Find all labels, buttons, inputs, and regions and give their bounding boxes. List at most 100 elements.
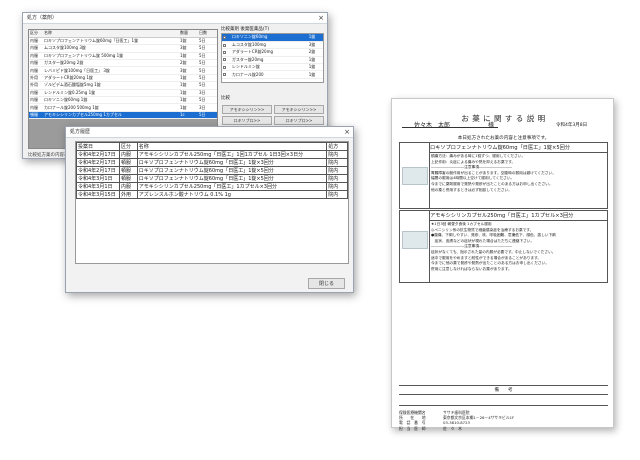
history-cell: アモキシシリンカプセル250mg「日医工」1カプセル×3回分	[136, 182, 328, 191]
table-cell: 5日	[198, 81, 217, 90]
compare-button-3[interactable]: ロキソプロ>>	[222, 116, 272, 125]
checkbox-icon[interactable]	[223, 65, 226, 69]
compare-item[interactable]: レンドルミン錠 1錠	[222, 63, 323, 72]
history-row[interactable]: 令和4年3月1日 内服 アモキシシリンカプセル250mg「日医工」1カプセル×3回分…	[76, 182, 348, 191]
clinic-info: 保険医療機関名 ササキ歯科医院所 在 地東京都文京区本郷1－26－4ササキビル1F…	[399, 410, 608, 431]
table-cell: 3日	[198, 103, 217, 112]
table-cell: 内服	[29, 103, 43, 112]
compare-button-4[interactable]: ロキソプロ>>	[274, 116, 324, 125]
table-cell: 内服	[29, 52, 43, 61]
history-cell: 院内	[326, 158, 348, 167]
history-cell: 頓服	[118, 158, 138, 167]
compare-item[interactable]: ガスター錠20mg 1錠	[222, 56, 323, 65]
col-header: 名称	[43, 30, 179, 38]
remarks-label: 備 考	[494, 388, 513, 393]
compare-item-name: ガスター錠20mg	[230, 56, 308, 65]
close-icon[interactable]: ×	[318, 13, 324, 23]
checkbox-icon[interactable]	[223, 73, 226, 77]
checkbox-icon[interactable]	[223, 35, 226, 39]
history-cell: 院内	[326, 174, 348, 183]
history-cell: 内服	[118, 150, 138, 159]
table-row[interactable]: 内服 ロキソプロフェンナトリウム錠60mg「日医工」1錠 1錠 5日	[29, 37, 217, 46]
compare-item-qty: 3錠	[307, 41, 323, 50]
table-cell: 内服	[29, 96, 43, 105]
table-cell: 5日	[198, 96, 217, 105]
history-cell: 令和4年2月17日	[76, 166, 120, 175]
history-row[interactable]: 令和4年2月17日 頓服 ロキソプロフェンナトリウム錠60mg「日医工」1錠×3回分…	[76, 158, 348, 167]
close-button[interactable]: 閉じる	[308, 278, 345, 289]
table-row[interactable]: 内服 ロキソプロフェンナトリウム錠 500mg 1錠 1錠 5日	[29, 52, 217, 61]
compare-header: 比較薬剤 後発医薬品(T)	[221, 27, 270, 32]
table-cell: 5日	[198, 52, 217, 61]
table-row[interactable]: 内服 カロナール錠200 500mg 1錠 1錠 3日	[29, 103, 217, 112]
history-row[interactable]: 令和4年2月17日 内服 アモキシシリンカプセル250mg「日医工」1回1カプセル …	[76, 150, 348, 159]
table-cell: 5日	[198, 59, 217, 68]
checkbox-cell[interactable]	[222, 48, 231, 57]
history-row[interactable]: 令和4年3月1日 頓服 ロキソプロフェンナトリウム錠60mg「日医工」1錠×5回分院…	[76, 174, 348, 183]
compare-item[interactable]: ムコスタ錠100mg 3錠	[222, 41, 323, 50]
drug2-box: アモキシシリンカプセル250mg「日医工」1カプセル×3回分 ★1日3回 朝昼夕…	[399, 210, 608, 283]
table-row[interactable]: 外用 アダラートCR錠20mg 1錠 1錠 5日	[29, 74, 217, 83]
table-row[interactable]: 内服 ロキソニン錠60mg 1錠 1錠 5日	[29, 96, 217, 105]
close-icon[interactable]: ×	[344, 127, 350, 137]
history-row[interactable]: 令和4年3月15日 外用 アズレンスルホン酸ナトリウム 0.1% 1g 院内	[76, 190, 348, 199]
compare-item-name: レンドルミン錠	[230, 63, 308, 72]
history-cell: 令和4年3月1日	[76, 182, 120, 191]
history-cell: 院内	[326, 190, 348, 199]
compare-button-1[interactable]: アモキシシリン>>	[222, 105, 272, 114]
table-row[interactable]: 内服 レンドルミン錠0.25mg 1錠 1錠 3日	[29, 89, 217, 98]
table-cell: 5日	[198, 111, 217, 120]
checkbox-cell[interactable]	[222, 63, 231, 72]
table-cell: カロナール錠200 500mg 1錠	[43, 103, 179, 112]
compare-item-name: カロナール錠200	[230, 70, 308, 79]
table-row[interactable]: 内服 ムコスタ錠100mg 3錠 3錠 5日	[29, 44, 217, 53]
table-cell: アダラートCR錠20mg 1錠	[43, 74, 179, 83]
table-cell: 1錠	[179, 103, 198, 112]
drug1-name: ロキソプロフェンナトリウム錠60mg「日医工」1錠×5回分	[430, 145, 571, 151]
history-cell: 内服	[118, 182, 138, 191]
table-cell: レバミピド錠100mg「日医工」 3錠	[43, 66, 179, 75]
table-row[interactable]: 頓服 アモキシシリンカプセル250mg 1カプセル 1c 5日	[29, 111, 217, 120]
table-cell: 2錠	[179, 59, 198, 68]
compare-item-qty: 1錠	[307, 56, 323, 65]
history-table-header: 投薬日 区分 名称 処方	[76, 142, 348, 151]
intro-text: 本日処方されたお薬の内容と注意事項です。	[457, 136, 550, 141]
table-cell: 5日	[198, 44, 217, 53]
table-row[interactable]: 内服 レバミピド錠100mg「日医工」 3錠 3錠 5日	[29, 66, 217, 75]
table-cell: 5日	[198, 66, 217, 75]
table-cell: ロキソプロフェンナトリウム錠60mg「日医工」1錠	[43, 37, 179, 46]
compare-item-qty: 1錠	[307, 63, 323, 72]
drug2-note: 併用に注意しなければならないお薬があります。	[431, 266, 512, 271]
compare-item[interactable]: アダラートCR錠20mg 2錠	[222, 48, 323, 57]
remarks-box: 備 考	[399, 385, 608, 406]
checkbox-cell[interactable]	[222, 70, 231, 79]
checkbox-cell[interactable]	[222, 41, 231, 50]
issue-date: 令和4年3月8日	[556, 123, 588, 128]
table-cell: 1錠	[179, 74, 198, 83]
table-row[interactable]: 外用 ゾルピデム酒石酸塩錠5mg 1錠 1錠 5日	[29, 81, 217, 90]
history-cell: ロキソプロフェンナトリウム錠60mg「日医工」1錠×3回分	[136, 158, 328, 167]
history-window-titlebar: 処方履歴	[66, 127, 353, 138]
table-cell: 内服	[29, 66, 43, 75]
compare-item[interactable]: ロキソニン錠60mg 1錠	[222, 34, 323, 42]
checkbox-cell[interactable]	[222, 34, 231, 42]
table-cell: 1錠	[179, 37, 198, 46]
col-header: 数量	[179, 30, 198, 38]
history-list: 投薬日 区分 名称 処方 令和4年2月17日 内服 アモキシシリンカプセル250mg…	[75, 141, 349, 264]
table-cell: 頓服	[29, 111, 43, 120]
checkbox-icon[interactable]	[223, 58, 226, 62]
col-header: 日数	[198, 30, 217, 38]
history-cell: アズレンスルホン酸ナトリウム 0.1% 1g	[136, 190, 328, 199]
table-row[interactable]: 内服 ガスター錠20mg 2錠 2錠 5日	[29, 59, 217, 68]
col-header: 投薬日	[76, 142, 120, 151]
checkbox-cell[interactable]	[222, 56, 231, 65]
compare-item[interactable]: カロナール錠200 1錠	[222, 70, 323, 79]
col-header: 区分	[29, 30, 43, 38]
table-cell: 5日	[198, 37, 217, 46]
table-cell: 1c	[179, 111, 198, 120]
checkbox-icon[interactable]	[223, 43, 226, 47]
compare-button-2[interactable]: アモキシシリン>>	[274, 105, 324, 114]
history-row[interactable]: 令和4年2月17日 頓服 ロキソプロフェンナトリウム錠60mg「日医工」1錠×5回分…	[76, 166, 348, 175]
history-cell: 頓服	[118, 174, 138, 183]
checkbox-icon[interactable]	[223, 50, 226, 54]
